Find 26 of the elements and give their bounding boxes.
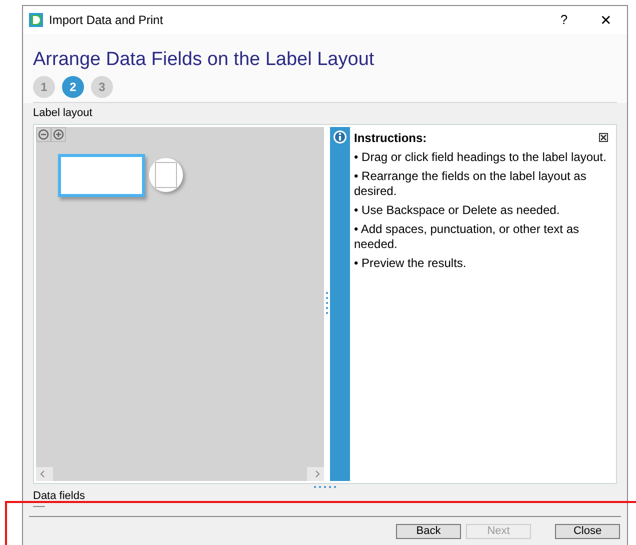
section-label: Data fields	[33, 490, 86, 502]
app-icon	[29, 13, 43, 27]
dialog-button[interactable]: Back	[396, 524, 461, 539]
instructions-title: Instructions:	[354, 130, 427, 146]
page-heading: Arrange Data Fields on the Label Layout	[33, 48, 376, 72]
close-icon[interactable]	[599, 133, 608, 142]
instruction-text: • Use Backspace or Delete as needed.	[354, 202, 561, 218]
zoom-out-button[interactable]	[36, 126, 51, 142]
instruction-text: • Drag or click field headings to the label layout.	[354, 150, 608, 164]
scroll-left-icon	[39, 470, 47, 478]
info-icon	[333, 130, 347, 144]
zoom-in-button[interactable]	[51, 126, 66, 142]
close-button[interactable]: ✕	[591, 10, 621, 30]
zoom-out-icon	[38, 128, 49, 140]
label-preview[interactable]	[58, 154, 145, 196]
instruction-text: • Add spaces, punctuation, or other text as needed.	[354, 222, 580, 252]
zoom-in-icon	[53, 128, 64, 140]
dialog-button[interactable]: Close	[555, 524, 620, 539]
scroll-right-icon	[313, 470, 321, 478]
window-title: Import Data and Print	[49, 12, 164, 29]
section-label: Label layout	[33, 106, 94, 121]
instruction-text: • Preview the results.	[354, 256, 468, 270]
splitter-grip-icon[interactable]	[314, 486, 336, 488]
help-button[interactable]: ?	[549, 10, 579, 30]
instruction-text: • Rearrange the fields on the label layout as desired.	[354, 168, 588, 198]
label-thumbnail[interactable]	[149, 158, 183, 192]
